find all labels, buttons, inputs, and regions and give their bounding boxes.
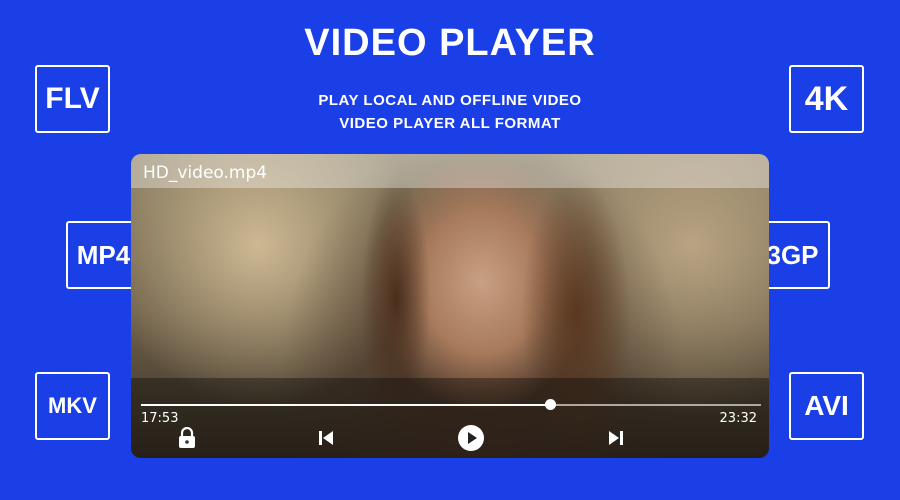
previous-button[interactable] bbox=[314, 426, 338, 450]
format-badge-4k: 4K bbox=[789, 65, 864, 133]
video-filename: HD_video.mp4 bbox=[143, 163, 268, 183]
next-button[interactable] bbox=[604, 426, 628, 450]
format-badge-mp4: MP4 bbox=[66, 221, 141, 289]
page-title: VIDEO PLAYER bbox=[304, 22, 596, 64]
play-button[interactable] bbox=[457, 424, 485, 452]
lock-button[interactable] bbox=[175, 426, 199, 450]
lock-icon bbox=[179, 427, 195, 448]
seek-bar-progress bbox=[141, 404, 551, 406]
play-icon bbox=[458, 425, 484, 451]
player-top-bar: HD_video.mp4 bbox=[131, 154, 769, 188]
video-player[interactable]: HD_video.mp4 17:53 23:32 bbox=[131, 154, 769, 458]
format-badge-avi: AVI bbox=[789, 372, 864, 440]
next-icon bbox=[609, 431, 623, 445]
previous-icon bbox=[319, 431, 333, 445]
subtitle-line-1: PLAY LOCAL AND OFFLINE VIDEO bbox=[318, 92, 582, 109]
player-control-bar bbox=[131, 378, 769, 458]
format-badge-mkv: MKV bbox=[35, 372, 110, 440]
seek-bar[interactable] bbox=[141, 399, 761, 410]
current-time: 17:53 bbox=[141, 411, 179, 426]
duration-time: 23:32 bbox=[719, 411, 757, 426]
subtitle-line-2: VIDEO PLAYER ALL FORMAT bbox=[339, 115, 561, 132]
format-badge-flv: FLV bbox=[35, 65, 110, 133]
